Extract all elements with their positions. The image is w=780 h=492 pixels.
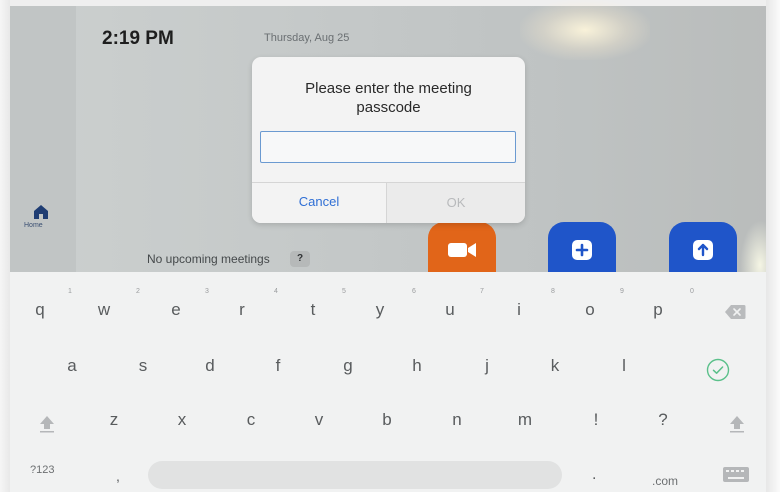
passcode-dialog: Please enter the meeting passcode Cancel… — [252, 57, 525, 223]
check-circle-icon[interactable] — [706, 358, 730, 382]
bezel-right — [766, 0, 780, 492]
dot-com-key[interactable]: .com — [652, 474, 678, 488]
symbols-key[interactable]: ?123 — [30, 464, 54, 476]
cancel-button[interactable]: Cancel — [252, 183, 386, 223]
shift-icon[interactable] — [38, 414, 56, 434]
key-x[interactable]: x — [162, 410, 202, 430]
key-z[interactable]: z — [94, 410, 134, 430]
key-period[interactable]: . — [592, 466, 596, 484]
key-hint: 2 — [136, 288, 140, 295]
ok-button[interactable]: OK — [387, 183, 525, 223]
key-hint: 3 — [205, 288, 209, 295]
key-l[interactable]: l — [604, 356, 644, 376]
key-hint: 8 — [551, 288, 555, 295]
key-g[interactable]: g — [328, 356, 368, 376]
key-q[interactable]: q — [20, 300, 60, 320]
home-icon[interactable] — [33, 204, 49, 220]
shift-icon[interactable] — [728, 414, 746, 434]
no-meetings-text: No upcoming meetings — [147, 252, 270, 266]
key-j[interactable]: j — [467, 356, 507, 376]
video-camera-icon — [448, 243, 476, 257]
key-w[interactable]: w — [84, 300, 124, 320]
dialog-title: Please enter the meeting passcode — [305, 80, 472, 116]
key-o[interactable]: o — [570, 300, 610, 320]
key-h[interactable]: h — [397, 356, 437, 376]
key-hint: 7 — [480, 288, 484, 295]
space-bar[interactable] — [148, 461, 562, 489]
key-hint: 1 — [68, 288, 72, 295]
key-f[interactable]: f — [258, 356, 298, 376]
key-r[interactable]: r — [222, 300, 262, 320]
key-i[interactable]: i — [499, 300, 539, 320]
key-n[interactable]: n — [437, 410, 477, 430]
sidebar — [10, 6, 76, 272]
key-hint: 9 — [620, 288, 624, 295]
passcode-input[interactable] — [260, 131, 516, 163]
key-k[interactable]: k — [535, 356, 575, 376]
help-button[interactable]: ? — [290, 251, 310, 267]
key-p[interactable]: p — [638, 300, 678, 320]
key-b[interactable]: b — [367, 410, 407, 430]
key-exclamation[interactable]: ! — [576, 410, 616, 430]
bezel-left — [0, 0, 10, 492]
key-d[interactable]: d — [190, 356, 230, 376]
key-t[interactable]: t — [293, 300, 333, 320]
clock-date: Thursday, Aug 25 — [264, 32, 350, 44]
key-s[interactable]: s — [123, 356, 163, 376]
key-hint: 6 — [412, 288, 416, 295]
key-question[interactable]: ? — [643, 410, 683, 430]
key-hint: 5 — [342, 288, 346, 295]
key-e[interactable]: e — [156, 300, 196, 320]
backspace-icon[interactable] — [724, 304, 746, 320]
screen: Home 2:19 PM Thursday, Aug 25 No upcomin… — [0, 0, 780, 492]
sidebar-item-home-label[interactable]: Home — [24, 222, 43, 229]
key-c[interactable]: c — [231, 410, 271, 430]
bezel-top — [0, 0, 780, 6]
key-hint: 4 — [274, 288, 278, 295]
plus-icon — [572, 240, 592, 260]
key-m[interactable]: m — [505, 410, 545, 430]
keyboard-icon[interactable] — [722, 466, 750, 486]
screen-glare — [520, 0, 650, 60]
upload-arrow-icon — [693, 240, 713, 260]
key-y[interactable]: y — [360, 300, 400, 320]
key-comma[interactable]: , — [116, 468, 120, 484]
key-u[interactable]: u — [430, 300, 470, 320]
key-a[interactable]: a — [52, 356, 92, 376]
clock-time: 2:19 PM — [102, 28, 174, 49]
key-hint: 0 — [690, 288, 694, 295]
key-v[interactable]: v — [299, 410, 339, 430]
